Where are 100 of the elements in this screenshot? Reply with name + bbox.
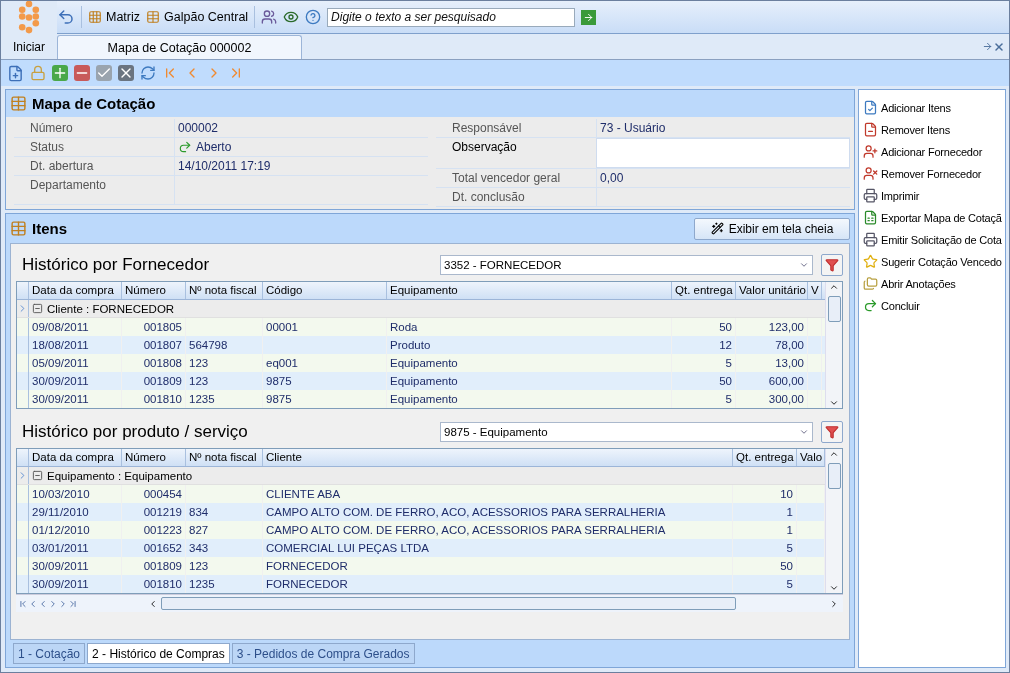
action-link[interactable]: Remover Fornecedor: [863, 164, 1001, 183]
table-cell: 001810: [122, 575, 186, 593]
column-header[interactable]: V: [808, 282, 822, 299]
field-label: Dt. conclusão: [451, 189, 526, 206]
group-label: Equipamento : Equipamento: [47, 469, 193, 482]
column-header[interactable]: Número: [122, 282, 186, 299]
search-field[interactable]: Digite o texto a ser pesquisado: [327, 7, 576, 27]
filter-button[interactable]: [821, 420, 843, 443]
field-label: Número: [29, 120, 74, 137]
action-link[interactable]: Sugerir Cotação Vencedo: [863, 252, 1001, 271]
table-cell: FORNECEDOR: [263, 575, 733, 593]
start-button[interactable]: Iniciar: [1, 1, 57, 59]
column-header[interactable]: Valor unitário: [736, 282, 808, 299]
table-cell: 300,00: [736, 390, 808, 408]
filter-dropdown[interactable]: 9875 - Equipamento: [440, 421, 813, 442]
column-header[interactable]: Data da compra: [29, 282, 122, 299]
undo-icon[interactable]: [57, 8, 75, 26]
column-header[interactable]: Qt. entrega: [733, 449, 797, 466]
field-label: Status: [29, 139, 66, 156]
fullscreen-button[interactable]: Exibir em tela cheia: [694, 217, 850, 240]
column-header[interactable]: Qt. entrega: [672, 282, 736, 299]
bottom-tab[interactable]: 2 - Histórico de Compras: [87, 643, 230, 664]
arrow-right-icon: [583, 11, 595, 23]
table-cell: 9875: [263, 390, 387, 408]
observation-field[interactable]: [596, 138, 850, 168]
action-link[interactable]: Adicionar Itens: [863, 98, 1001, 117]
filter-dropdown[interactable]: 3352 - FORNECEDOR: [440, 254, 813, 275]
scroll-up-icon[interactable]: [829, 449, 839, 459]
scroll-left-icon[interactable]: [148, 598, 158, 609]
table-cell: 1235: [186, 390, 263, 408]
scrollbar-thumb[interactable]: [161, 597, 736, 610]
warehouse-button[interactable]: Galpão Central: [146, 10, 249, 24]
table-icon: [10, 220, 27, 237]
scrollbar-thumb[interactable]: [827, 463, 841, 489]
group-label: Cliente : FORNECEDOR: [47, 302, 175, 315]
document-check-icon: [863, 100, 878, 115]
column-header[interactable]: Equipamento: [387, 282, 672, 299]
column-header[interactable]: Código: [263, 282, 387, 299]
table-cell: 30/09/2011: [29, 390, 122, 408]
table-icon: [10, 95, 27, 112]
grid-title: Histórico por Fornecedor: [22, 254, 211, 275]
go-button[interactable]: [581, 9, 597, 25]
table-cell: 001810: [122, 390, 186, 408]
collapse-icon[interactable]: [32, 470, 43, 481]
field-value: 000002: [178, 121, 219, 135]
column-header[interactable]: Número: [122, 449, 186, 466]
action-link[interactable]: Concluir: [863, 296, 1001, 315]
field-label: Responsável: [451, 120, 523, 137]
spreadsheet-icon: [863, 210, 878, 225]
scroll-down-icon[interactable]: [829, 583, 839, 593]
eye-icon[interactable]: [283, 9, 300, 25]
field-value: 73 - Usuário: [600, 121, 666, 135]
add-icon[interactable]: [52, 65, 68, 81]
action-link[interactable]: Exportar Mapa de Cotaçã: [863, 208, 1001, 227]
action-link[interactable]: Remover Itens: [863, 120, 1001, 139]
close-icon[interactable]: [993, 40, 1005, 53]
magic-wand-icon: [710, 222, 724, 235]
users-icon[interactable]: [261, 9, 278, 25]
printer-icon: [863, 188, 878, 203]
user-plus-icon: [863, 144, 878, 159]
scroll-up-icon[interactable]: [829, 282, 839, 292]
table-cell: 5: [733, 575, 797, 593]
field-label: Total vencedor geral: [451, 170, 562, 187]
table-icon: [146, 10, 161, 24]
new-record-icon[interactable]: [7, 64, 24, 82]
printer-icon: [863, 232, 878, 247]
remove-icon[interactable]: [74, 65, 90, 81]
column-header[interactable]: Nº nota fiscal: [186, 282, 263, 299]
column-header[interactable]: Data da compra: [29, 449, 122, 466]
action-link[interactable]: Adicionar Fornecedor: [863, 142, 1001, 161]
document-tab[interactable]: Mapa de Cotação 000002: [57, 35, 302, 59]
folders-icon: [863, 276, 878, 291]
field-value: Aberto: [196, 140, 232, 154]
column-header[interactable]: Cliente: [263, 449, 733, 466]
lock-icon[interactable]: [30, 65, 46, 81]
action-link[interactable]: Emitir Solicitação de Cota: [863, 230, 1001, 249]
bottom-tab[interactable]: 1 - Cotação: [13, 643, 86, 664]
scroll-down-icon[interactable]: [829, 398, 839, 408]
column-header[interactable]: Nº nota fiscal: [186, 449, 263, 466]
branch-button[interactable]: Matriz: [88, 10, 141, 24]
section-title: Mapa de Cotação: [32, 95, 156, 112]
field-label: Observação: [451, 139, 518, 156]
field-value: 0,00: [600, 171, 624, 185]
action-link[interactable]: Imprimir: [863, 186, 1001, 205]
grid-icon: [88, 10, 102, 24]
refresh-icon[interactable]: [140, 65, 156, 81]
check-icon[interactable]: [96, 65, 112, 81]
table-cell: 5: [672, 390, 736, 408]
bottom-tab[interactable]: 3 - Pedidos de Compra Gerados: [231, 643, 415, 664]
field-label: Dt. abertura: [29, 158, 95, 175]
collapse-icon[interactable]: [32, 303, 43, 314]
filter-icon: [825, 257, 839, 272]
filter-button[interactable]: [821, 253, 843, 276]
action-link[interactable]: Abrir Anotações: [863, 274, 1001, 293]
scroll-right-icon[interactable]: [829, 598, 839, 609]
help-icon[interactable]: [305, 9, 322, 25]
cancel-icon[interactable]: [118, 65, 134, 81]
vertical-scrollbar[interactable]: [825, 449, 842, 593]
scrollbar-thumb[interactable]: [827, 296, 841, 322]
vertical-scrollbar[interactable]: [825, 282, 842, 408]
